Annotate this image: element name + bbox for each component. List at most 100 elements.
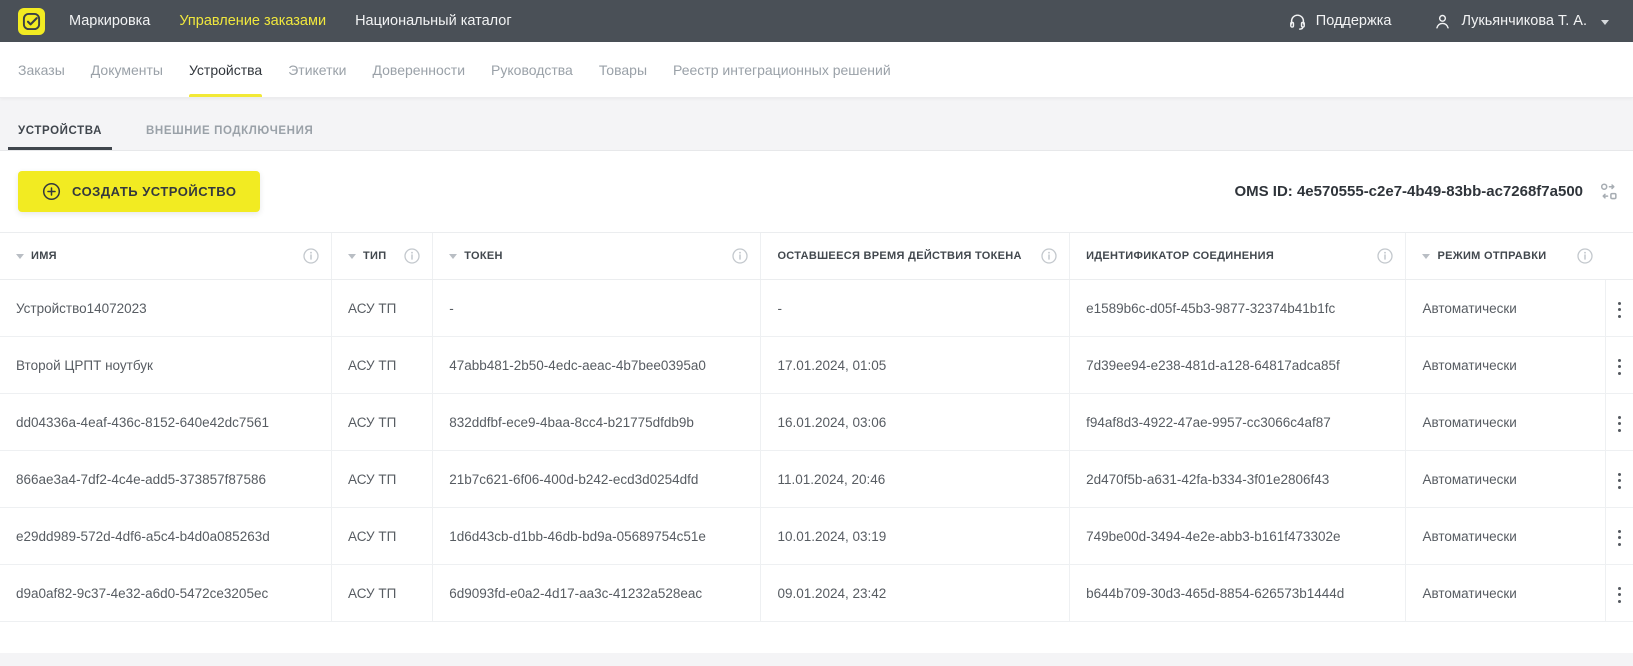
row-menu-button[interactable] <box>1612 296 1627 324</box>
column-header: РЕЖИМ ОТПРАВКИ <box>1406 233 1605 280</box>
row-menu-button[interactable] <box>1612 353 1627 381</box>
chestny-znak-logo-icon <box>22 12 41 31</box>
cell-type: АСУ ТП <box>331 337 432 394</box>
info-icon[interactable] <box>396 248 420 264</box>
topbar-nav-item[interactable]: Национальный каталог <box>355 13 512 29</box>
filter-triangle-icon[interactable] <box>16 254 24 259</box>
content-card: СОЗДАТЬ УСТРОЙСТВО OMS ID: 4e570555-c2e7… <box>0 150 1633 653</box>
create-device-button[interactable]: СОЗДАТЬ УСТРОЙСТВО <box>18 171 260 212</box>
cell-send-mode: Автоматически <box>1406 337 1605 394</box>
cell-send-mode: Автоматически <box>1406 565 1605 622</box>
main-tab[interactable]: Руководства <box>491 42 573 97</box>
cell-name: e29dd989-572d-4df6-a5c4-b4d0a085263d <box>0 508 331 565</box>
brand-logo[interactable] <box>18 8 45 35</box>
info-icon[interactable] <box>724 248 748 264</box>
cell-connection-id: e1589b6c-d05f-45b3-9877-32374b41b1fc <box>1070 280 1406 337</box>
info-icon[interactable] <box>1569 248 1593 264</box>
cell-send-mode: Автоматически <box>1406 394 1605 451</box>
row-menu-button[interactable] <box>1612 410 1627 438</box>
sub-tabs-band: УСТРОЙСТВА ВНЕШНИЕ ПОДКЛЮЧЕНИЯ <box>0 98 1633 150</box>
devices-table: ИМЯ <box>0 232 1633 622</box>
sub-tab[interactable]: ВНЕШНИЕ ПОДКЛЮЧЕНИЯ <box>136 125 323 150</box>
topbar-nav-item[interactable]: Управление заказами <box>179 13 326 29</box>
main-tab[interactable]: Товары <box>599 42 647 97</box>
cell-type: АСУ ТП <box>331 565 432 622</box>
column-label: ОСТАВШЕЕСЯ ВРЕМЯ ДЕЙСТВИЯ ТОКЕНА <box>777 250 1021 262</box>
main-tab[interactable]: Документы <box>91 42 163 97</box>
row-menu-button[interactable] <box>1612 467 1627 495</box>
cell-token-expiry: 16.01.2024, 03:06 <box>761 394 1070 451</box>
row-menu-button[interactable] <box>1612 581 1627 609</box>
oms-id: OMS ID: 4e570555-c2e7-4b49-83bb-ac7268f7… <box>1234 183 1583 200</box>
cell-token: 6d9093fd-e0a2-4d17-aa3c-41232a528eac <box>433 565 761 622</box>
main-tabs: Заказы Документы Устройства Этикетки Дов… <box>0 42 1633 98</box>
info-icon[interactable] <box>1369 248 1393 264</box>
cell-send-mode: Автоматически <box>1406 508 1605 565</box>
column-label: РЕЖИМ ОТПРАВКИ <box>1437 250 1546 262</box>
cell-connection-id: 7d39ee94-e238-481d-a128-64817adca85f <box>1070 337 1406 394</box>
column-header: ТИП <box>331 233 432 280</box>
cell-token-expiry: 17.01.2024, 01:05 <box>761 337 1070 394</box>
integration-nodes-icon[interactable] <box>1598 181 1619 202</box>
support-button[interactable]: Поддержка <box>1288 12 1392 31</box>
table-row: Устройство14072023 АСУ ТП - - e1589b6c-d… <box>0 280 1633 337</box>
cell-type: АСУ ТП <box>331 508 432 565</box>
column-label: ТОКЕН <box>464 250 503 262</box>
cell-token: - <box>433 280 761 337</box>
table-row: e29dd989-572d-4df6-a5c4-b4d0a085263d АСУ… <box>0 508 1633 565</box>
table-header: ИМЯ <box>0 233 1633 280</box>
filter-triangle-icon[interactable] <box>1422 254 1430 259</box>
topbar: Маркировка Управление заказами Националь… <box>0 0 1633 42</box>
column-header-actions <box>1605 233 1633 280</box>
cell-connection-id: f94af8d3-4922-47ae-9957-cc3066c4af87 <box>1070 394 1406 451</box>
oms-id-block: OMS ID: 4e570555-c2e7-4b49-83bb-ac7268f7… <box>1234 181 1619 202</box>
table-row: Второй ЦРПТ ноутбук АСУ ТП 47abb481-2b50… <box>0 337 1633 394</box>
sub-tab[interactable]: УСТРОЙСТВА <box>8 125 112 150</box>
column-header: ТОКЕН <box>433 233 761 280</box>
cell-type: АСУ ТП <box>331 280 432 337</box>
column-header: ИДЕНТИФИКАТОР СОЕДИНЕНИЯ <box>1070 233 1406 280</box>
cell-name: d9a0af82-9c37-4e32-a6d0-5472ce3205ec <box>0 565 331 622</box>
column-label: ИМЯ <box>31 250 57 262</box>
user-menu[interactable]: Лукьянчикова Т. А. <box>1433 12 1609 31</box>
filter-triangle-icon[interactable] <box>449 254 457 259</box>
table-row: d9a0af82-9c37-4e32-a6d0-5472ce3205ec АСУ… <box>0 565 1633 622</box>
main-tab[interactable]: Заказы <box>18 42 65 97</box>
topbar-nav-item[interactable]: Маркировка <box>69 13 150 29</box>
main-tab[interactable]: Устройства <box>189 42 262 97</box>
info-icon[interactable] <box>1033 248 1057 264</box>
cell-token: 832ddfbf-ece9-4baa-8cc4-b21775dfdb9b <box>433 394 761 451</box>
cell-token-expiry: 10.01.2024, 03:19 <box>761 508 1070 565</box>
cell-type: АСУ ТП <box>331 451 432 508</box>
user-name: Лукьянчикова Т. А. <box>1461 13 1587 29</box>
info-icon[interactable] <box>295 248 319 264</box>
create-device-label: СОЗДАТЬ УСТРОЙСТВО <box>72 184 236 199</box>
toolbar: СОЗДАТЬ УСТРОЙСТВО OMS ID: 4e570555-c2e7… <box>0 151 1633 232</box>
main-tab[interactable]: Этикетки <box>288 42 346 97</box>
user-icon <box>1433 12 1452 31</box>
cell-name: Второй ЦРПТ ноутбук <box>0 337 331 394</box>
cell-token: 47abb481-2b50-4edc-aeac-4b7bee0395a0 <box>433 337 761 394</box>
cell-token-expiry: 09.01.2024, 23:42 <box>761 565 1070 622</box>
table-row: dd04336a-4eaf-436c-8152-640e42dc7561 АСУ… <box>0 394 1633 451</box>
sub-tabs: УСТРОЙСТВА ВНЕШНИЕ ПОДКЛЮЧЕНИЯ <box>8 125 1625 150</box>
main-tab[interactable]: Реестр интеграционных решений <box>673 42 891 97</box>
cell-name: 866ae3a4-7df2-4c4e-add5-373857f87586 <box>0 451 331 508</box>
cell-connection-id: 2d470f5b-a631-42fa-b334-3f01e2806f43 <box>1070 451 1406 508</box>
column-label: ИДЕНТИФИКАТОР СОЕДИНЕНИЯ <box>1086 250 1274 262</box>
row-menu-button[interactable] <box>1612 524 1627 552</box>
cell-connection-id: 749be00d-3494-4e2e-abb3-b161f473302e <box>1070 508 1406 565</box>
topbar-nav: Маркировка Управление заказами Националь… <box>69 13 512 29</box>
cell-token-expiry: - <box>761 280 1070 337</box>
main-tab[interactable]: Доверенности <box>372 42 465 97</box>
cell-name: dd04336a-4eaf-436c-8152-640e42dc7561 <box>0 394 331 451</box>
column-label: ТИП <box>363 250 386 262</box>
filter-triangle-icon[interactable] <box>348 254 356 259</box>
table-row: 866ae3a4-7df2-4c4e-add5-373857f87586 АСУ… <box>0 451 1633 508</box>
cell-token-expiry: 11.01.2024, 20:46 <box>761 451 1070 508</box>
headset-icon <box>1288 12 1307 31</box>
chevron-down-icon <box>1601 20 1609 25</box>
table-body: Устройство14072023 АСУ ТП - - e1589b6c-d… <box>0 280 1633 622</box>
cell-send-mode: Автоматически <box>1406 280 1605 337</box>
cell-token: 21b7c621-6f06-400d-b242-ecd3d0254dfd <box>433 451 761 508</box>
